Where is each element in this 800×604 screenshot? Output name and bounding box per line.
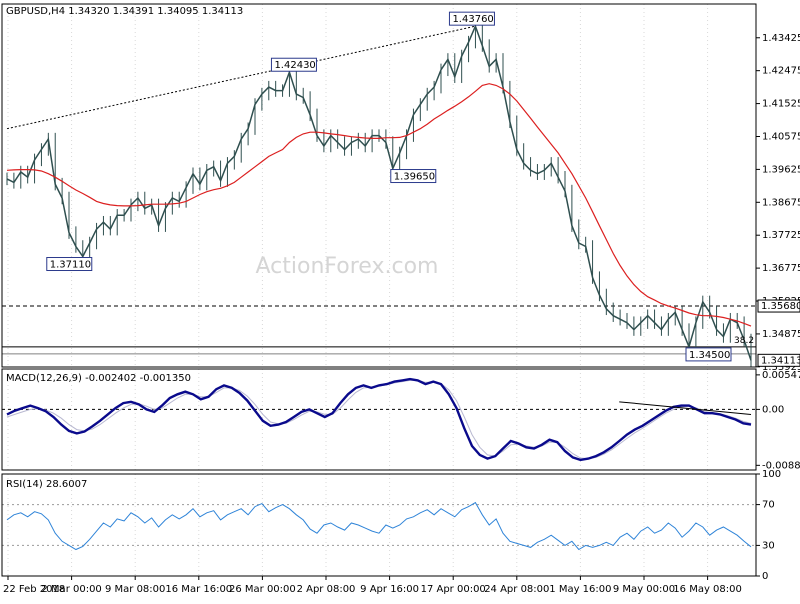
price-annotation: 1.34500 [685, 347, 732, 362]
rsi-y-tick-label: 100 [762, 469, 781, 480]
price-annotation-label: 1.42430 [274, 60, 315, 71]
x-tick-label: 2 Apr 08:00 [297, 584, 356, 595]
price-annotation: 1.43760 [448, 11, 495, 26]
price-annotation: 1.37110 [46, 257, 93, 272]
x-tick-label: 26 Mar 00:00 [229, 584, 296, 595]
macd-title: MACD(12,26,9) -0.002402 -0.001350 [6, 373, 191, 384]
x-tick-label: 16 May 08:00 [673, 584, 742, 595]
watermark: ActionForex.com [256, 254, 439, 279]
price-y-tick-label: 1.34875 [762, 329, 800, 340]
price-tag: 1.35680 [757, 299, 800, 313]
price-tag-label: 1.34113 [761, 355, 800, 366]
price-y-tick-label: 1.36775 [762, 263, 800, 274]
price-annotation-label: 1.39650 [394, 172, 435, 183]
chart-svg: ActionForex.com 1.43760 1.42430 1.39650 1.3… [0, 0, 800, 600]
x-tick-label: 9 Apr 16:00 [360, 584, 419, 595]
macd-y-tick-label: 0.00 [762, 404, 784, 415]
price-annotation: 1.39650 [390, 169, 437, 184]
price-y-tick-label: 1.38675 [762, 197, 800, 208]
x-tick-label: 9 Mar 08:00 [105, 584, 165, 595]
rsi-y-tick-label: 70 [762, 500, 775, 511]
price-tag-label: 1.35680 [761, 301, 800, 312]
x-tick-label: 9 May 00:00 [613, 584, 675, 595]
price-annotation-label: 1.43760 [452, 14, 493, 25]
macd-y-tick-label: 0.00547 [762, 370, 800, 381]
price-annotation: 1.42430 [270, 57, 317, 72]
rsi-y-tick-label: 0 [762, 571, 768, 582]
x-tick-label: 24 Apr 08:00 [484, 584, 549, 595]
fib-label: 38.2 [734, 336, 754, 346]
price-tag: 1.34113 [757, 353, 800, 367]
price-y-tick-label: 1.43425 [762, 33, 800, 44]
price-y-tick-label: 1.37725 [762, 230, 800, 241]
x-tick-label: 17 Apr 00:00 [421, 584, 486, 595]
rsi-title: RSI(14) 28.6007 [6, 479, 87, 490]
symbol-info: GBPUSD,H4 1.34320 1.34391 1.34095 1.3411… [6, 6, 243, 17]
price-y-tick-label: 1.42475 [762, 66, 800, 77]
rsi-y-tick-label: 30 [762, 540, 775, 551]
x-tick-label: 16 Mar 16:00 [165, 584, 232, 595]
x-tick-label: 1 May 16:00 [549, 584, 611, 595]
x-tick-label: 2 Mar 00:00 [41, 584, 101, 595]
chart-background [0, 0, 800, 600]
price-annotation-label: 1.37110 [50, 260, 91, 271]
price-y-tick-label: 1.39625 [762, 164, 800, 175]
chart-root: ActionForex.com 1.43760 1.42430 1.39650 1.3… [0, 0, 800, 600]
price-annotation-label: 1.34500 [689, 350, 730, 361]
price-y-tick-label: 1.40575 [762, 131, 800, 142]
price-y-tick-label: 1.41525 [762, 99, 800, 110]
